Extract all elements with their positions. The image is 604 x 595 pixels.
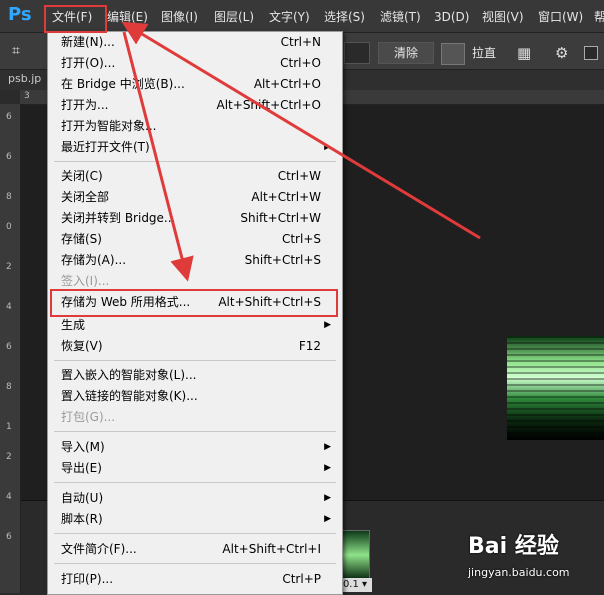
watermark-site: jingyan.baidu.com bbox=[468, 566, 570, 579]
baidu-watermark: Bai 经验 jingyan.baidu.com bbox=[468, 528, 604, 590]
arrow-to-file-menu bbox=[121, 21, 481, 240]
arrow-to-save-for-web bbox=[122, 31, 194, 282]
watermark-brand: Bai 经验 bbox=[468, 534, 559, 559]
annotation-arrows bbox=[121, 21, 481, 282]
